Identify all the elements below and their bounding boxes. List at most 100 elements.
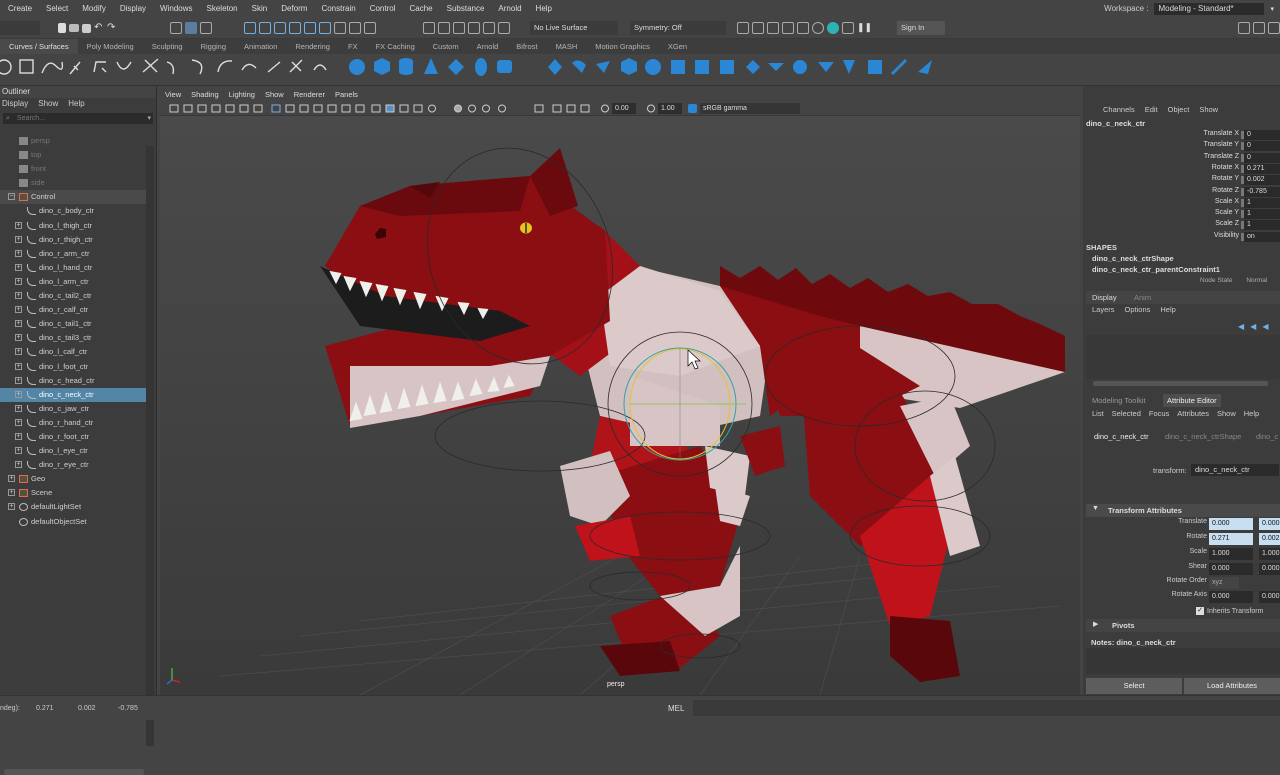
magnet-icon[interactable]: [349, 22, 361, 34]
menu-create[interactable]: Create: [0, 0, 38, 17]
options-menu[interactable]: Options: [1125, 305, 1151, 314]
outliner-item[interactable]: + dino_l_thigh_ctr: [0, 219, 146, 233]
lock-icon[interactable]: [334, 22, 346, 34]
collapse-arrow-icon[interactable]: ▼: [1092, 505, 1099, 512]
channel-name[interactable]: Rotate Y: [1212, 175, 1239, 182]
channel-value-field[interactable]: 1: [1244, 209, 1280, 220]
channel-row[interactable]: Rotate X 0.271: [1083, 163, 1280, 175]
outliner-item[interactable]: + dino_c_neck_ctr: [0, 387, 146, 402]
channel-row[interactable]: Visibility on: [1083, 231, 1280, 243]
channel-row[interactable]: Translate Z 0: [1083, 152, 1280, 164]
expand-icon[interactable]: +: [15, 348, 22, 356]
menu-deform[interactable]: Deform: [273, 0, 313, 17]
expand-icon[interactable]: +: [15, 432, 22, 440]
ae-menu-list[interactable]: List: [1092, 409, 1104, 418]
attribute-value-field[interactable]: 0.000: [1209, 518, 1253, 530]
attribute-value-field[interactable]: 0.000: [1209, 591, 1253, 603]
outliner-item[interactable]: + dino_r_arm_ctr: [0, 247, 146, 261]
outliner-item[interactable]: + dino_l_foot_ctr: [0, 360, 146, 374]
ae-menu-selected[interactable]: Selected: [1112, 409, 1141, 418]
outliner-item[interactable]: side: [0, 176, 146, 190]
node-tab-transform[interactable]: dino_c_neck_ctr: [1094, 432, 1149, 441]
outliner-item[interactable]: + dino_l_eye_ctr: [0, 444, 146, 458]
toggle-panel-icon[interactable]: [1268, 22, 1280, 34]
ae-menu-attributes[interactable]: Attributes: [1177, 409, 1209, 418]
shelf-tab-custom[interactable]: Custom: [424, 39, 468, 54]
channel-name[interactable]: Rotate X: [1212, 164, 1239, 171]
channel-value-field[interactable]: on: [1244, 231, 1280, 242]
channel-name[interactable]: Translate Z: [1204, 153, 1239, 160]
node-tab-shape[interactable]: dino_c_neck_ctrShape: [1165, 432, 1241, 441]
channel-row[interactable]: Rotate Y 0.002: [1083, 175, 1280, 186]
channel-name[interactable]: Translate Y: [1204, 141, 1239, 148]
expand-icon[interactable]: +: [15, 362, 22, 370]
shelf-tab-fx-caching[interactable]: FX Caching: [367, 39, 424, 54]
live-surface-dropdown[interactable]: No Live Surface: [530, 21, 618, 35]
outliner-item[interactable]: dino_c_body_ctr: [0, 204, 146, 218]
expand-icon[interactable]: +: [15, 461, 22, 469]
snap-point-icon[interactable]: [274, 22, 286, 34]
cb-menu-show[interactable]: Show: [1199, 103, 1218, 117]
select-button[interactable]: Select: [1086, 678, 1182, 694]
load-attributes-button[interactable]: Load Attributes: [1184, 678, 1280, 694]
settings-icon[interactable]: [1238, 22, 1250, 34]
expand-icon[interactable]: +: [15, 306, 22, 314]
arnold-render-icon[interactable]: [827, 22, 839, 34]
outliner-item[interactable]: + dino_r_eye_ctr: [0, 458, 146, 472]
viewport-scene[interactable]: [160, 116, 1080, 695]
outliner-item[interactable]: + dino_l_hand_ctr: [0, 261, 146, 275]
workspace-dropdown[interactable]: Modeling - Standard*: [1154, 2, 1265, 15]
command-input[interactable]: [693, 700, 1280, 716]
ipr-render-icon[interactable]: [767, 22, 779, 34]
menu-windows[interactable]: Windows: [152, 0, 198, 17]
viewport-panel[interactable]: View Shading Lighting Show Renderer Pane…: [160, 88, 1080, 695]
help-menu[interactable]: Help: [1160, 305, 1175, 314]
rotate-order-dropdown[interactable]: xyz: [1209, 577, 1239, 589]
attribute-value-field[interactable]: 0.000: [1209, 563, 1253, 575]
tab-attribute-editor[interactable]: Attribute Editor: [1163, 394, 1221, 407]
shelf-tab-fx[interactable]: FX: [339, 39, 367, 54]
viewport-menu-renderer[interactable]: Renderer: [289, 90, 330, 99]
notes-field[interactable]: [1086, 648, 1280, 674]
outliner-item[interactable]: defaultObjectSet: [0, 515, 146, 529]
channel-name[interactable]: Translate X: [1203, 130, 1239, 137]
transform-attributes-section[interactable]: ▼ Transform Attributes: [1086, 504, 1280, 517]
mel-label[interactable]: MEL: [668, 704, 684, 713]
outliner-item[interactable]: + dino_r_hand_ctr: [0, 416, 146, 430]
attribute-value-field[interactable]: 1.000: [1209, 548, 1253, 560]
menu-control[interactable]: Control: [362, 0, 402, 17]
channel-name[interactable]: Visibility: [1214, 232, 1239, 239]
channel-row[interactable]: Scale Z 1: [1083, 220, 1280, 231]
expand-icon[interactable]: +: [15, 292, 22, 300]
snap-plane-icon[interactable]: [289, 22, 301, 34]
shape-item[interactable]: dino_c_neck_ctrShape: [1092, 254, 1174, 263]
attribute-value-field[interactable]: 0.000: [1259, 591, 1280, 603]
layer-scrollbar[interactable]: [1093, 381, 1268, 386]
shelf-tab-rigging[interactable]: Rigging: [192, 39, 235, 54]
channel-name[interactable]: Scale X: [1215, 198, 1239, 205]
shelf-tab-sculpting[interactable]: Sculpting: [143, 39, 192, 54]
select-object-icon[interactable]: [185, 22, 197, 34]
menu-help[interactable]: Help: [528, 0, 558, 17]
pivots-section[interactable]: ▶ Pivots: [1086, 619, 1280, 632]
expand-icon[interactable]: +: [8, 475, 15, 483]
exposure-value[interactable]: 0.00: [612, 103, 636, 114]
cb-menu-channels[interactable]: Channels: [1103, 103, 1135, 117]
construction-history-icon[interactable]: [453, 22, 465, 34]
outliner-item[interactable]: + dino_c_jaw_ctr: [0, 402, 146, 416]
viewport-menu-lighting[interactable]: Lighting: [224, 90, 260, 99]
expand-icon[interactable]: +: [15, 235, 22, 243]
curve-snap-icon[interactable]: [483, 22, 495, 34]
expand-icon[interactable]: +: [8, 489, 15, 497]
outliner-item[interactable]: + dino_c_tail1_ctr: [0, 317, 146, 331]
channel-value-field[interactable]: 0: [1244, 141, 1280, 152]
menu-cache[interactable]: Cache: [401, 0, 438, 17]
new-scene-icon[interactable]: [58, 23, 66, 33]
expand-arrow-icon[interactable]: ▶: [1093, 620, 1098, 628]
outliner-item[interactable]: + defaultLightSet: [0, 500, 146, 514]
history-icon[interactable]: [364, 22, 376, 34]
new-layer-icon[interactable]: ◀: [1262, 322, 1268, 331]
output-connections-icon[interactable]: [438, 22, 450, 34]
outliner-item[interactable]: + dino_r_calf_ctr: [0, 303, 146, 317]
outliner-item[interactable]: − Control: [0, 190, 146, 205]
